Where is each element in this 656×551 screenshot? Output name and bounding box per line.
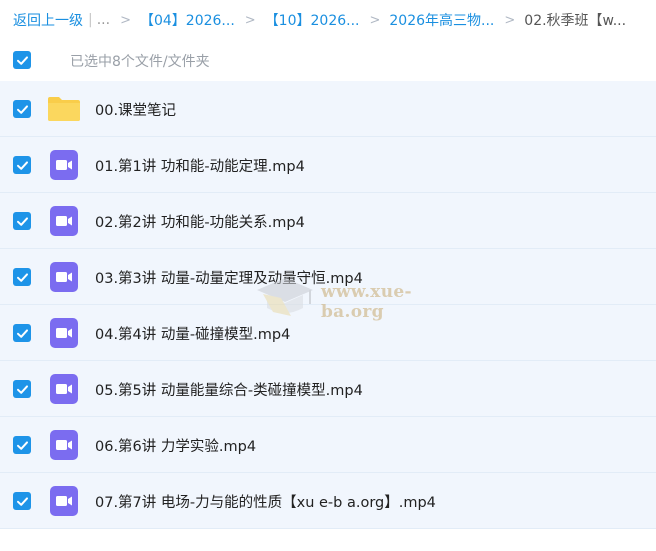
video-file-icon xyxy=(50,374,78,404)
file-name[interactable]: 01.第1讲 功和能-动能定理.mp4 xyxy=(95,155,305,176)
file-name[interactable]: 06.第6讲 力学实验.mp4 xyxy=(95,435,256,456)
chevron-right-icon: > xyxy=(504,12,516,28)
file-name[interactable]: 02.第2讲 功和能-功能关系.mp4 xyxy=(95,211,305,232)
file-name[interactable]: 00.课堂笔记 xyxy=(95,99,176,120)
checkmark-icon xyxy=(16,328,28,338)
video-file-icon xyxy=(50,262,78,292)
row-checkbox[interactable] xyxy=(13,100,31,118)
list-item[interactable]: 07.第7讲 电场-力与能的性质【xu e-b a.org】.mp4 xyxy=(0,473,656,529)
list-item[interactable]: 02.第2讲 功和能-功能关系.mp4 xyxy=(0,193,656,249)
checkmark-icon xyxy=(16,55,28,65)
breadcrumb-item-1[interactable]: 【04】2026... xyxy=(140,10,235,30)
file-name[interactable]: 05.第5讲 动量能量综合-类碰撞模型.mp4 xyxy=(95,379,363,400)
chevron-right-icon: > xyxy=(244,12,256,28)
list-item[interactable]: 01.第1讲 功和能-动能定理.mp4 xyxy=(0,137,656,193)
video-file-icon xyxy=(50,206,78,236)
select-all-row: 已选中8个文件/文件夹 xyxy=(0,40,656,80)
list-item[interactable]: 03.第3讲 动量-动量定理及动量守恒.mp4 xyxy=(0,249,656,305)
checkmark-icon xyxy=(16,160,28,170)
row-checkbox[interactable] xyxy=(13,324,31,342)
row-checkbox[interactable] xyxy=(13,212,31,230)
selection-summary: 已选中8个文件/文件夹 xyxy=(70,54,210,70)
checkmark-icon xyxy=(16,272,28,282)
list-item[interactable]: 04.第4讲 动量-碰撞模型.mp4 xyxy=(0,305,656,361)
list-item[interactable]: 05.第5讲 动量能量综合-类碰撞模型.mp4 xyxy=(0,361,656,417)
file-name[interactable]: 04.第4讲 动量-碰撞模型.mp4 xyxy=(95,323,290,344)
video-file-icon xyxy=(50,318,78,348)
checkmark-icon xyxy=(16,384,28,394)
list-item[interactable]: 00.课堂笔记 xyxy=(0,81,656,137)
checkmark-icon xyxy=(16,496,28,506)
chevron-right-icon: > xyxy=(369,12,381,28)
file-list: 00.课堂笔记 01.第1讲 功和能-动能定理.mp4 02.第2讲 功和能-功… xyxy=(0,81,656,529)
video-file-icon xyxy=(50,430,78,460)
row-checkbox[interactable] xyxy=(13,268,31,286)
breadcrumb-item-3[interactable]: 2026年高三物... xyxy=(389,10,494,30)
row-checkbox[interactable] xyxy=(13,156,31,174)
list-item[interactable]: 06.第6讲 力学实验.mp4 xyxy=(0,417,656,473)
back-link[interactable]: 返回上一级 xyxy=(13,10,83,30)
separator: | xyxy=(88,12,93,28)
breadcrumb-current: 02.秋季班【w... xyxy=(524,13,627,29)
file-name[interactable]: 07.第7讲 电场-力与能的性质【xu e-b a.org】.mp4 xyxy=(95,491,436,512)
row-checkbox[interactable] xyxy=(13,380,31,398)
folder-icon xyxy=(48,97,80,121)
video-file-icon xyxy=(50,150,78,180)
breadcrumb-item-2[interactable]: 【10】2026... xyxy=(265,10,360,30)
select-all-checkbox[interactable] xyxy=(13,51,31,69)
checkmark-icon xyxy=(16,216,28,226)
checkmark-icon xyxy=(16,104,28,114)
breadcrumb-ellipsis[interactable]: ... xyxy=(97,12,110,28)
file-name[interactable]: 03.第3讲 动量-动量定理及动量守恒.mp4 xyxy=(95,267,363,288)
checkmark-icon xyxy=(16,440,28,450)
row-checkbox[interactable] xyxy=(13,492,31,510)
video-file-icon xyxy=(50,486,78,516)
chevron-right-icon: > xyxy=(120,12,131,28)
row-checkbox[interactable] xyxy=(13,436,31,454)
breadcrumb: 返回上一级 | ... > 【04】2026... > 【10】2026... … xyxy=(0,0,656,40)
